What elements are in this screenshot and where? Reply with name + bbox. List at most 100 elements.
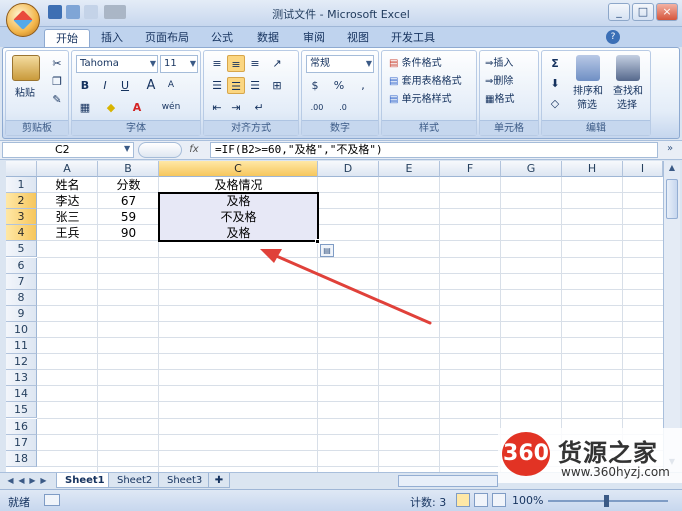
page-break-view-icon[interactable]	[492, 493, 506, 507]
delete-cells-button[interactable]: ⇒删除	[482, 73, 516, 90]
group-editing: Σ ⬇ ◇ 排序和 筛选 查找和 选择 编辑	[541, 50, 651, 136]
paste-icon[interactable]	[12, 55, 40, 81]
bold-button[interactable]: B	[76, 77, 94, 94]
format-painter-icon[interactable]: ✎	[48, 91, 66, 108]
tab-review[interactable]: 审阅	[292, 29, 336, 47]
number-format-combo[interactable]: 常规 ▼	[306, 55, 374, 73]
tab-developer[interactable]: 开发工具	[380, 29, 446, 47]
formula-bar-splitter[interactable]	[138, 142, 182, 158]
copy-icon[interactable]: ❐	[48, 73, 66, 90]
currency-button[interactable]: $	[306, 77, 324, 94]
tab-page-layout[interactable]: 页面布局	[134, 29, 200, 47]
zoom-slider-thumb[interactable]	[604, 495, 609, 507]
page-layout-view-icon[interactable]	[474, 493, 488, 507]
borders-icon[interactable]: ▦	[76, 99, 94, 116]
fill-icon[interactable]: ⬇	[546, 75, 564, 92]
group-label-styles: 样式	[382, 120, 476, 135]
align-bottom-icon[interactable]: ≡	[246, 55, 264, 72]
comma-button[interactable]: ,	[354, 77, 372, 94]
insert-cells-button[interactable]: ⇒插入	[482, 55, 516, 72]
font-size-combo[interactable]: 11 ▼	[160, 55, 198, 73]
sheet-tab-3[interactable]: Sheet3	[158, 473, 212, 488]
formula-input[interactable]: =IF(B2>=60,"及格","不及格")	[210, 142, 658, 158]
worksheet-grid[interactable]: A B C D E F G H I 1 2 3 4 5 6 7 8 9 10 11 12 13 14 15 1…	[6, 161, 663, 472]
find-select-label-2[interactable]: 选择	[614, 97, 640, 114]
increase-indent-icon[interactable]: ⇥	[227, 99, 245, 116]
group-cells: ⇒插入 ⇒删除 ▦格式 单元格	[479, 50, 539, 136]
maximize-button[interactable]: □	[632, 3, 654, 21]
tab-insert[interactable]: 插入	[90, 29, 134, 47]
group-number: 常规 ▼ $ % , .00 .0 数字	[301, 50, 379, 136]
paste-button[interactable]: 粘贴	[12, 85, 38, 102]
decrease-decimal-button[interactable]: .0	[332, 99, 354, 116]
vertical-scrollbar[interactable]: ▲ ▼	[663, 161, 680, 472]
orientation-icon[interactable]: ↗	[268, 55, 286, 72]
help-icon[interactable]: ?	[606, 30, 620, 44]
status-bar: 就绪 计数: 3 100%	[0, 489, 682, 511]
merge-center-icon[interactable]: ⊞	[268, 77, 286, 94]
office-logo-icon	[13, 10, 33, 30]
font-color-button[interactable]: A	[128, 99, 146, 116]
group-font: Tahoma ▼ 11 ▼ B I U A A ▦ ◆ A wén 字体	[71, 50, 201, 136]
sort-filter-icon[interactable]	[576, 55, 600, 81]
zoom-level[interactable]: 100%	[512, 494, 543, 507]
insert-sheet-icon[interactable]: ✚	[208, 473, 230, 488]
wrap-text-icon[interactable]: ↵	[250, 99, 268, 116]
sheet-tab-2[interactable]: Sheet2	[108, 473, 162, 488]
insert-function-button[interactable]: fx	[184, 143, 204, 157]
office-button[interactable]	[6, 3, 40, 37]
next-sheet-icon[interactable]: ▶	[28, 475, 37, 486]
grow-font-button[interactable]: A	[142, 77, 160, 94]
increase-decimal-button[interactable]: .00	[306, 99, 328, 116]
last-sheet-icon[interactable]: ▶	[39, 475, 48, 486]
italic-button[interactable]: I	[96, 77, 114, 94]
percent-button[interactable]: %	[330, 77, 348, 94]
group-clipboard: 粘贴 ✂ ❐ ✎ 剪贴板	[5, 50, 69, 136]
minimize-button[interactable]: _	[608, 3, 630, 21]
tab-home[interactable]: 开始	[44, 29, 90, 47]
group-label-clipboard: 剪贴板	[6, 120, 68, 135]
name-box[interactable]: C2	[2, 142, 134, 158]
macro-record-icon[interactable]	[44, 494, 60, 506]
first-sheet-icon[interactable]: ◀	[6, 475, 15, 486]
scroll-up-icon[interactable]: ▲	[666, 163, 678, 175]
tab-data[interactable]: 数据	[246, 29, 290, 47]
ribbon: 粘贴 ✂ ❐ ✎ 剪贴板 Tahoma ▼ 11 ▼ B I U A A ▦ ◆ A…	[2, 47, 680, 139]
font-name-combo[interactable]: Tahoma ▼	[76, 55, 158, 73]
name-box-dropdown-icon[interactable]: ▼	[124, 144, 130, 153]
align-center-icon[interactable]: ☰	[227, 77, 245, 94]
conditional-format-button[interactable]: ▤ 条件格式	[386, 55, 445, 72]
window-title: 测试文件 - Microsoft Excel	[272, 8, 410, 21]
scroll-thumb[interactable]	[666, 179, 678, 219]
horizontal-scrollbar[interactable]	[398, 475, 498, 487]
ribbon-tabs: 开始 插入 页面布局 公式 数据 审阅 视图 开发工具 ?	[0, 27, 682, 47]
prev-sheet-icon[interactable]: ◀	[17, 475, 26, 486]
phonetic-button[interactable]: wén	[158, 99, 184, 116]
cell-styles-button[interactable]: ▤ 单元格样式	[386, 91, 455, 108]
autosum-button[interactable]: Σ	[546, 55, 564, 72]
align-right-icon[interactable]: ☰	[246, 77, 264, 94]
expand-formula-icon[interactable]: »	[662, 143, 678, 157]
group-label-font: 字体	[72, 120, 200, 135]
shrink-font-button[interactable]: A	[162, 77, 180, 94]
format-cells-button[interactable]: ▦格式	[482, 91, 517, 108]
normal-view-icon[interactable]	[456, 493, 470, 507]
clear-icon[interactable]: ◇	[546, 95, 564, 112]
watermark-name: 货源之家	[558, 439, 658, 467]
align-top-icon[interactable]: ≡	[208, 55, 226, 72]
align-middle-icon[interactable]: ≡	[227, 55, 245, 72]
tab-formulas[interactable]: 公式	[200, 29, 244, 47]
cut-icon[interactable]: ✂	[48, 55, 66, 72]
status-mode: 就绪	[8, 496, 30, 509]
find-select-icon[interactable]	[616, 55, 640, 81]
decrease-indent-icon[interactable]: ⇤	[208, 99, 226, 116]
underline-button[interactable]: U	[116, 77, 134, 94]
tab-view[interactable]: 视图	[336, 29, 380, 47]
close-button[interactable]: ×	[656, 3, 678, 21]
align-left-icon[interactable]: ☰	[208, 77, 226, 94]
watermark-logo: 360	[502, 432, 550, 476]
fill-color-icon[interactable]: ◆	[102, 99, 120, 116]
format-as-table-button[interactable]: ▤ 套用表格格式	[386, 73, 465, 90]
sheet-tab-1[interactable]: Sheet1	[56, 473, 114, 488]
sort-filter-label-2[interactable]: 筛选	[574, 97, 600, 114]
